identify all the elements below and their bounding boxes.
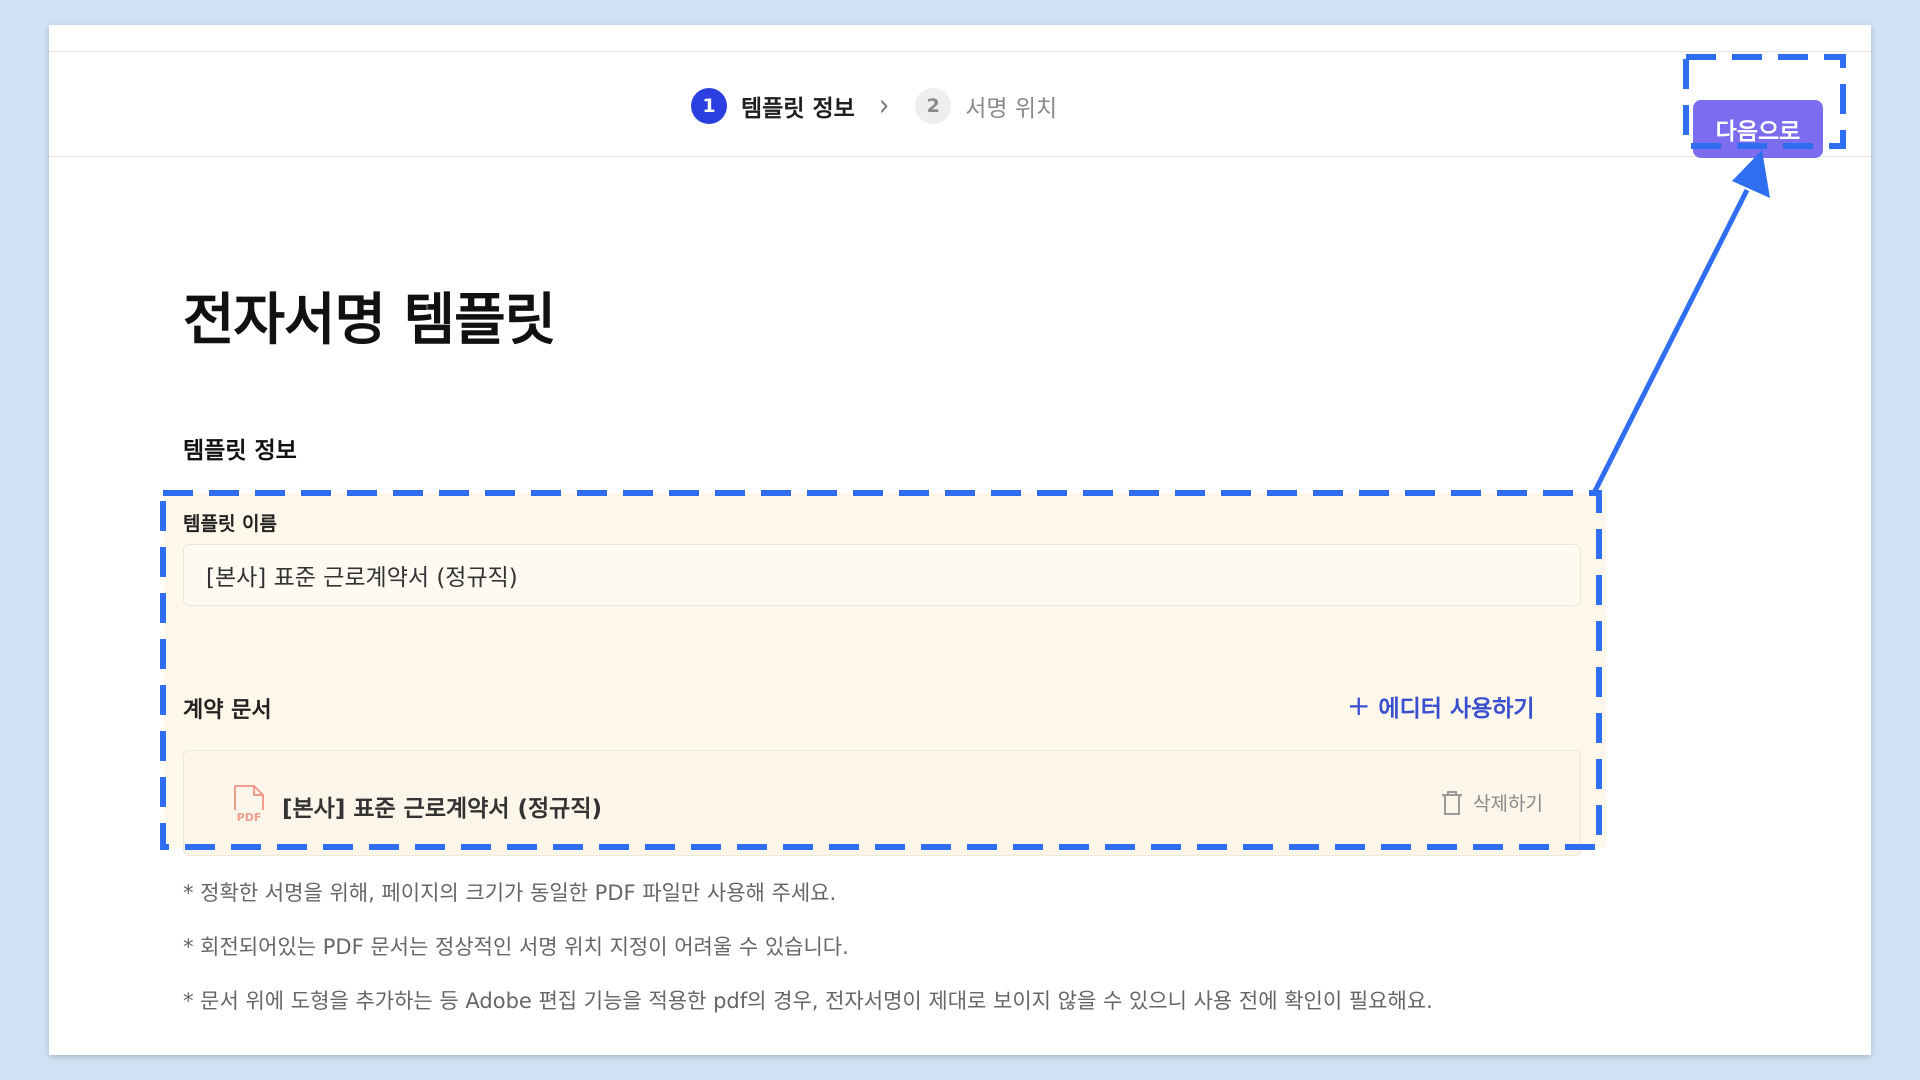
header-bar: 1 템플릿 정보 › 2 서명 위치 다음으로 [49,52,1871,158]
step-1-label: 템플릿 정보 [741,96,855,122]
step-2-label: 서명 위치 [965,96,1058,122]
template-name-label: 템플릿 이름 [183,513,278,535]
pdf-file-icon: PDF [234,785,264,823]
trash-icon [1442,790,1462,815]
step-2-number: 2 [915,88,952,124]
delete-button[interactable]: 삭제하기 [1441,789,1543,816]
note-2: * 회전되어있는 PDF 문서는 정상적인 서명 위치 지정이 어려울 수 있습… [183,935,849,959]
template-form: 템플릿 이름 [본사] 표준 근로계약서 (정규직) 계약 문서 + 에디터 사… [164,493,1606,856]
next-button[interactable]: 다음으로 [1693,100,1823,158]
plus-icon: + [1347,689,1371,722]
page-title: 전자서명 템플릿 [183,288,556,353]
top-bar [49,25,1871,52]
use-editor-link[interactable]: + 에디터 사용하기 [1347,689,1535,723]
chevron-right-icon: › [878,88,890,124]
section-title: 템플릿 정보 [183,438,297,464]
delete-label: 삭제하기 [1473,793,1543,815]
note-3: * 문서 위에 도형을 추가하는 등 Adobe 편집 기능을 적용한 pdf의… [183,989,1433,1013]
contract-document-label: 계약 문서 [183,698,272,723]
app-window: 1 템플릿 정보 › 2 서명 위치 다음으로 전자서명 템플릿 템플릿 정보 … [49,25,1871,1055]
use-editor-label: 에디터 사용하기 [1378,696,1535,722]
document-name: [본사] 표준 근로계약서 (정규직) [282,796,602,822]
note-1: * 정확한 서명을 위해, 페이지의 크기가 동일한 PDF 파일만 사용해 주… [183,881,837,905]
step-1-number: 1 [691,88,727,124]
document-card: PDF [본사] 표준 근로계약서 (정규직) 삭제하기 [183,750,1581,856]
template-name-input[interactable]: [본사] 표준 근로계약서 (정규직) [183,544,1581,606]
pdf-file-type: PDF [237,811,262,823]
stepper: 1 템플릿 정보 › 2 서명 위치 [691,86,1057,126]
